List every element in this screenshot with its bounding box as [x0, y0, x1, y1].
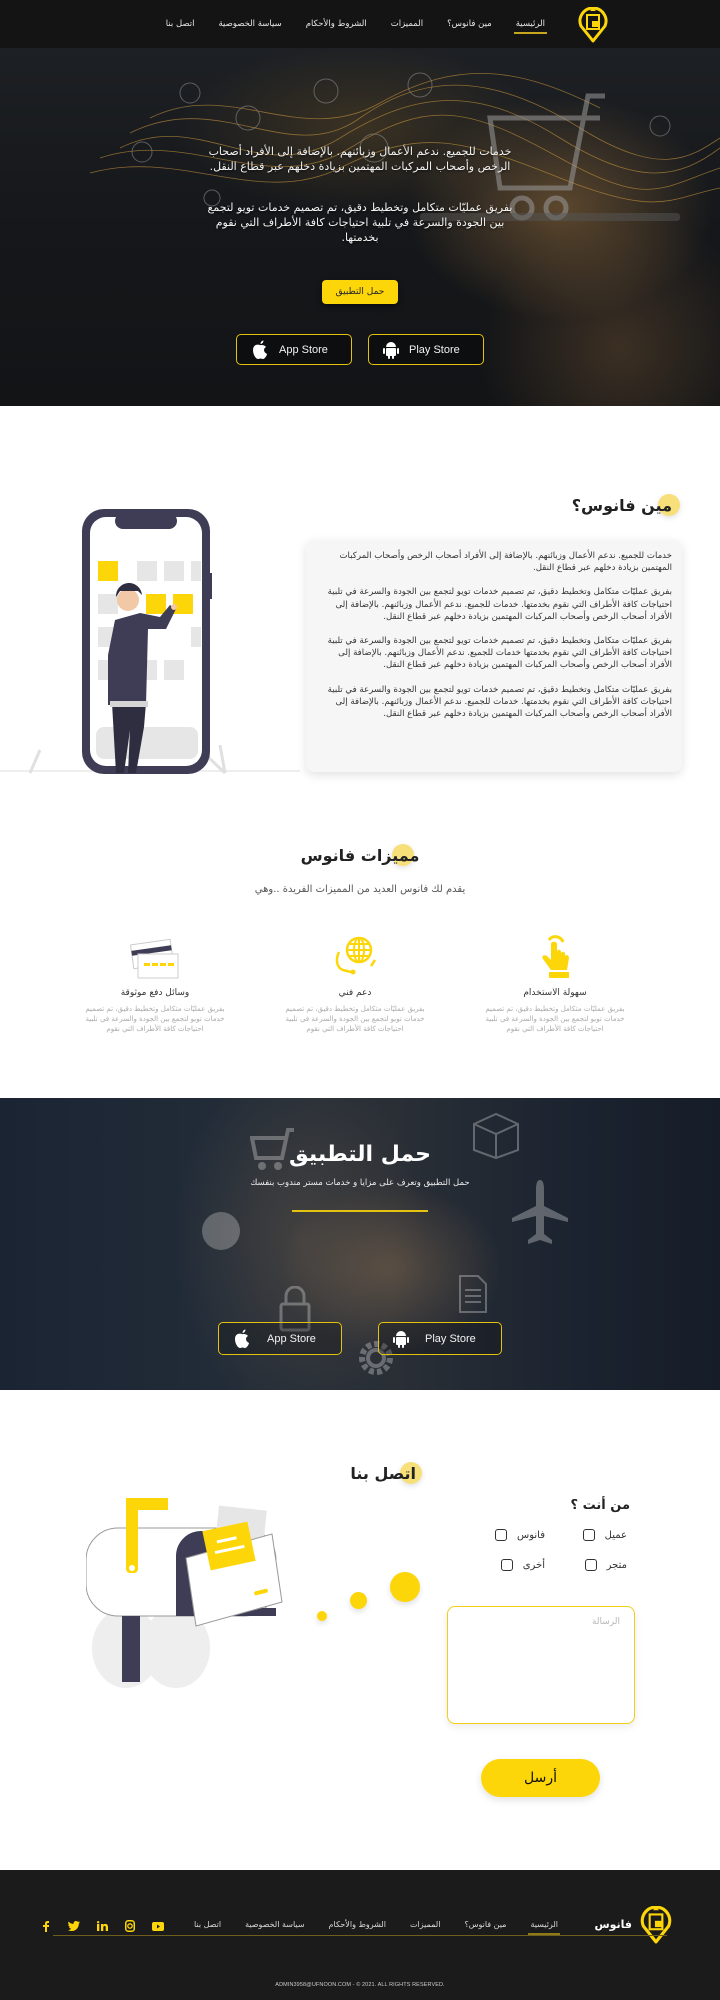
- linkedin-icon[interactable]: [96, 1920, 108, 1932]
- download-app-button[interactable]: حمل التطبيق: [322, 280, 398, 304]
- feature-title: سهولة الاستخدام: [523, 988, 587, 998]
- play-store-label: Play Store: [425, 1332, 476, 1345]
- document-graphic-icon: [459, 1275, 487, 1313]
- feature-title: دعم فني: [338, 988, 372, 998]
- footer-link-privacy[interactable]: سياسة الخصوصية: [245, 1920, 304, 1929]
- feature-desc: بفريق عمليّات متكامل وتخطيط دقيق، تم تصم…: [485, 1005, 625, 1033]
- footer-divider: [53, 1935, 667, 1936]
- main-nav: الرئيسية مين فانوس؟ المميزات الشروط والأ…: [166, 0, 548, 48]
- apple-icon: [253, 340, 267, 359]
- download-app-section: حمل التطبيق حمل التطبيق وتعرف على مزايا …: [0, 1098, 720, 1390]
- phone-person-illustration: [28, 509, 227, 775]
- app-store-label: App Store: [267, 1332, 316, 1345]
- option-label: متجر: [606, 1559, 627, 1571]
- who-are-you-label: من أنت ؟: [570, 1498, 630, 1513]
- features-title: مميزات فانوس: [300, 846, 420, 865]
- support-headset-icon: [335, 936, 377, 975]
- nav-item-contact[interactable]: اتصل بنا: [166, 19, 195, 29]
- twitter-icon[interactable]: [68, 1920, 80, 1932]
- wifi-node-icon: [179, 82, 201, 104]
- android-icon: [383, 341, 399, 359]
- feature-desc: بفريق عمليّات متكامل وتخطيط دقيق، تم تصم…: [285, 1005, 425, 1033]
- instagram-icon[interactable]: [124, 1920, 136, 1932]
- nav-item-terms[interactable]: الشروط والأحكام: [306, 19, 367, 29]
- checkbox[interactable]: [500, 1559, 513, 1571]
- hero-paragraph-1: خدمات للجميع. ندعم الأعمال وزبائنهم. بال…: [208, 145, 512, 173]
- checkbox[interactable]: [495, 1529, 508, 1541]
- footer-link-terms[interactable]: الشروط والأحكام: [329, 1920, 386, 1929]
- download-app-subtitle: حمل التطبيق وتعرف على مزايا و خدمات مستر…: [250, 1178, 470, 1188]
- cloud-node-icon: [649, 115, 671, 137]
- option-store[interactable]: متجر: [584, 1559, 627, 1571]
- feature-card: وسائل دفع موثوقة بفريق عمليّات متكامل وت…: [80, 930, 230, 1034]
- about-paragraph: بفريق عمليّات متكامل وتخطيط دقيق، تم تصم…: [327, 684, 672, 720]
- about-card: خدمات للجميع. ندعم الأعمال وزبائنهم. بال…: [306, 540, 682, 772]
- nav-item-features[interactable]: المميزات: [391, 19, 423, 29]
- send-button[interactable]: أرسل: [481, 1759, 600, 1797]
- mailbox-illustration: [86, 1498, 283, 1688]
- hero-paragraph-2: بفريق عمليّات متكامل وتخطيط دقيق، تم تصم…: [207, 201, 513, 244]
- feature-desc: بفريق عمليّات متكامل وتخطيط دقيق، تم تصم…: [85, 1005, 225, 1033]
- nav-item-home[interactable]: الرئيسية: [513, 19, 548, 34]
- footer-nav: الرئيسية مين فانوس؟ المميزات الشروط والأ…: [194, 1920, 560, 1935]
- contact-title: اتصل بنا: [350, 1464, 416, 1483]
- app-store-button[interactable]: App Store: [218, 1322, 342, 1355]
- social-links: [40, 1920, 164, 1932]
- about-paragraph: بفريق عمليّات متكامل وتخطيط دقيق، تم تصم…: [327, 636, 672, 671]
- globe-node-icon: [313, 78, 339, 104]
- youtube-icon[interactable]: [152, 1920, 164, 1932]
- option-label: فانوس: [517, 1529, 545, 1541]
- option-customer[interactable]: عميل: [582, 1529, 627, 1541]
- nav-item-about[interactable]: مين فانوس؟: [447, 19, 492, 29]
- decor-dot: [390, 1572, 420, 1602]
- checkbox[interactable]: [582, 1529, 595, 1541]
- hero-play-store-button[interactable]: Play Store: [368, 334, 484, 365]
- tap-hand-icon: [542, 935, 569, 978]
- airplane-graphic-icon: [512, 1180, 568, 1244]
- about-title: مين فانوس؟: [571, 496, 672, 515]
- top-navbar: الرئيسية مين فانوس؟ المميزات الشروط والأ…: [0, 0, 720, 48]
- globe-graphic-icon: [202, 1212, 240, 1250]
- title-underline: [292, 1210, 428, 1212]
- feature-title: وسائل دفع موثوقة: [120, 988, 190, 998]
- apple-icon: [235, 1329, 249, 1348]
- about-paragraph: بفريق عمليّات متكامل وتخطيط دقيق، تم تصم…: [327, 587, 672, 622]
- copyright-text: ADMIN3958@UFNOON.COM - © 2021. ALL RIGHT…: [275, 1982, 445, 1988]
- about-paragraph: خدمات للجميع. ندعم الأعمال وزبائنهم. بال…: [339, 551, 672, 574]
- facebook-icon[interactable]: [40, 1920, 52, 1932]
- feature-card: سهولة الاستخدام بفريق عمليّات متكامل وتخ…: [480, 930, 630, 1034]
- nav-item-privacy[interactable]: سياسة الخصوصية: [219, 19, 282, 29]
- decor-dot: [350, 1592, 367, 1609]
- option-label: عميل: [604, 1529, 627, 1541]
- footer-brand: فانوس: [594, 1918, 632, 1931]
- hero-app-store-button[interactable]: App Store: [236, 334, 352, 365]
- mail-node-icon: [131, 141, 153, 163]
- footer-link-features[interactable]: المميزات: [410, 1920, 441, 1929]
- message-textarea[interactable]: [447, 1606, 635, 1724]
- app-store-label: App Store: [279, 343, 328, 356]
- play-store-button[interactable]: Play Store: [378, 1322, 502, 1355]
- fanoos-logo-icon[interactable]: [576, 7, 610, 43]
- features-subtitle: يقدم لك فانوس العديد من المميزات الفريدة…: [254, 884, 466, 895]
- feature-card: دعم فني بفريق عمليّات متكامل وتخطيط دقيق…: [280, 930, 430, 1034]
- checkbox[interactable]: [584, 1559, 597, 1571]
- play-store-label: Play Store: [409, 343, 460, 356]
- footer-link-home[interactable]: الرئيسية: [528, 1920, 560, 1935]
- footer: فانوس الرئيسية مين فانوس؟ المميزات الشرو…: [0, 1870, 720, 2000]
- credit-cards-icon: [130, 938, 179, 979]
- hero-section: خدمات للجميع. ندعم الأعمال وزبائنهم. بال…: [0, 48, 720, 406]
- footer-link-contact[interactable]: اتصل بنا: [194, 1920, 221, 1929]
- download-app-title: حمل التطبيق: [289, 1142, 431, 1167]
- fanoos-logo-icon[interactable]: [638, 1906, 674, 1944]
- footer-link-about[interactable]: مين فانوس؟: [464, 1920, 506, 1929]
- option-label: أخرى: [522, 1559, 545, 1571]
- decor-dot: [317, 1611, 327, 1621]
- android-icon: [393, 1330, 409, 1348]
- option-fanoos[interactable]: فانوس: [495, 1529, 545, 1541]
- option-other[interactable]: أخرى: [500, 1559, 545, 1571]
